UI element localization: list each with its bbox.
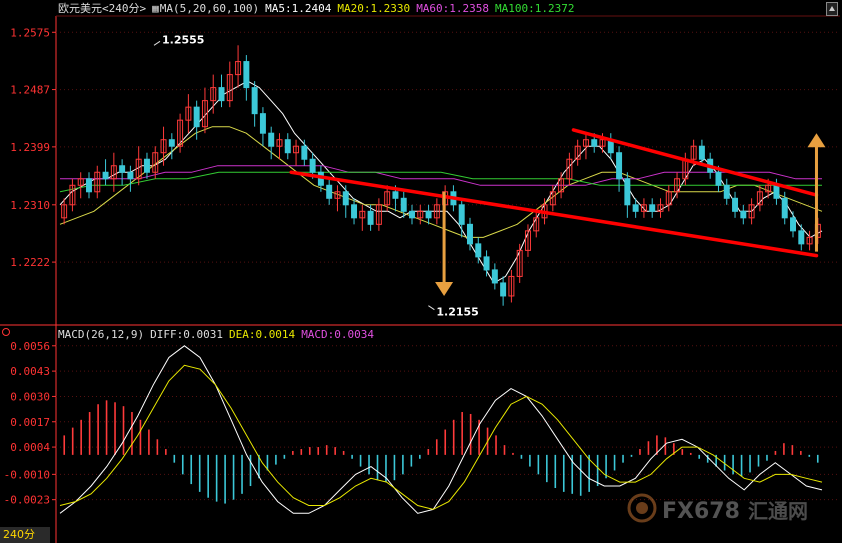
candle-body <box>616 152 623 180</box>
candle-body <box>367 210 374 225</box>
indicator-icon[interactable]: ▦ <box>152 2 159 15</box>
candle-body <box>218 87 225 102</box>
price-tick-label: 1.2575 <box>10 26 50 39</box>
candle-body <box>649 204 656 212</box>
candle-body <box>392 191 399 199</box>
macd-tick-label: 0.0004 <box>10 441 50 454</box>
ma100-value: MA100:1.2372 <box>495 2 575 15</box>
macd-value: MACD:0.0034 <box>301 328 375 341</box>
macd-params: MACD(26,12,9) <box>58 328 145 341</box>
watermark-brand: FX678 <box>662 499 740 524</box>
symbol-title: 欧元美元<240分> <box>58 2 147 15</box>
macd-legend: MACD(26,12,9) DIFF:0.0031 DEA:0.0014 MACD:0… <box>58 328 380 342</box>
macd-tick-label: -0.0023 <box>4 494 50 507</box>
candle-body <box>284 139 291 154</box>
candle-body <box>193 106 200 128</box>
ma5-value: MA5:1.2404 <box>265 2 332 15</box>
candle-body <box>698 145 705 160</box>
candle-body <box>790 217 796 232</box>
candle-body <box>143 158 150 173</box>
ma20-value: MA20:1.2330 <box>337 2 411 15</box>
macd-tick-label: 0.0017 <box>10 416 50 429</box>
macd-diff-value: DIFF:0.0031 <box>150 328 223 341</box>
candle-body <box>715 171 722 186</box>
ma60-value: MA60:1.2358 <box>416 2 490 15</box>
candle-body <box>409 210 415 219</box>
candle-body <box>127 171 134 180</box>
price-tick-label: 1.2310 <box>10 199 50 212</box>
timeframe-tab[interactable]: 240分 <box>0 527 50 543</box>
candle-body <box>723 184 730 199</box>
panel-settings-icon[interactable] <box>2 328 10 336</box>
down-arrow-icon <box>435 281 454 296</box>
price-tick-label: 1.2399 <box>10 141 50 154</box>
candle-body <box>500 282 507 297</box>
price-legend: 欧元美元<240分> ▦MA(5,20,60,100) MA5:1.2404 MA20… <box>58 2 581 16</box>
candle-body <box>259 113 266 134</box>
candle-body <box>591 139 598 147</box>
candle-body <box>102 171 109 180</box>
candle-body <box>632 204 639 212</box>
annotation-pointer <box>153 40 161 46</box>
macd-axis: 0.0056 0.0043 0.0030 0.0017 0.0004 -0.0010 -0.… <box>4 340 56 507</box>
candle-body <box>301 145 308 160</box>
candle-body <box>425 210 432 219</box>
extreme-price-label: 1.2555 <box>162 33 204 46</box>
macd-tick-label: 0.0043 <box>10 365 50 378</box>
price-tick-label: 1.2487 <box>10 84 50 97</box>
candle-body <box>483 256 490 271</box>
scroll-up-button[interactable] <box>826 2 838 16</box>
macd-dea-value: DEA:0.0014 <box>228 328 296 341</box>
macd-gridlines <box>56 345 840 501</box>
macd-dea-line <box>59 364 823 510</box>
macd-tick-label: -0.0010 <box>4 468 50 481</box>
moving-average-lines <box>59 80 823 284</box>
candle-body <box>342 191 349 206</box>
candlestick-series <box>61 45 821 306</box>
candle-body <box>798 230 805 245</box>
ma5-line <box>59 80 823 284</box>
annotation-pointer <box>428 305 435 311</box>
candle-body <box>773 184 780 199</box>
candle-body <box>243 61 250 89</box>
extreme-price-label: 1.2155 <box>436 306 478 319</box>
ma-params: MA(5,20,60,100) <box>159 2 260 15</box>
candle-body <box>491 269 498 284</box>
candle-body <box>740 210 747 219</box>
candle-body <box>467 223 473 245</box>
candle-body <box>732 197 739 212</box>
ma100-line <box>59 171 822 193</box>
price-tick-label: 1.2222 <box>10 256 50 269</box>
candle-body <box>86 178 92 193</box>
price-axis: 1.2575 1.2487 1.2399 1.2310 1.2222 <box>10 26 56 269</box>
macd-histogram <box>63 400 819 504</box>
candle-body <box>400 197 407 212</box>
candle-body <box>351 204 358 219</box>
candle-body <box>119 165 126 173</box>
candle-body <box>624 178 631 206</box>
candle-body <box>309 158 316 173</box>
candle-body <box>781 197 788 219</box>
chart-canvas: 1.2575 1.2487 1.2399 1.2310 1.2222 1.2555 1.2… <box>0 15 842 543</box>
candle-body <box>475 243 482 258</box>
price-gridlines <box>56 31 840 263</box>
candle-body <box>268 132 275 147</box>
macd-tick-label: 0.0056 <box>10 340 50 353</box>
up-arrow-icon <box>807 133 826 148</box>
watermark-cn: 汇通网 <box>748 499 808 523</box>
fx678-watermark: FX678 汇通网 <box>627 493 808 524</box>
candle-body <box>458 204 465 225</box>
macd-tick-label: 0.0030 <box>10 390 50 403</box>
candle-body <box>168 139 175 147</box>
candle-body <box>326 184 333 199</box>
globe-logo-icon <box>627 493 657 523</box>
candle-body <box>251 87 258 115</box>
